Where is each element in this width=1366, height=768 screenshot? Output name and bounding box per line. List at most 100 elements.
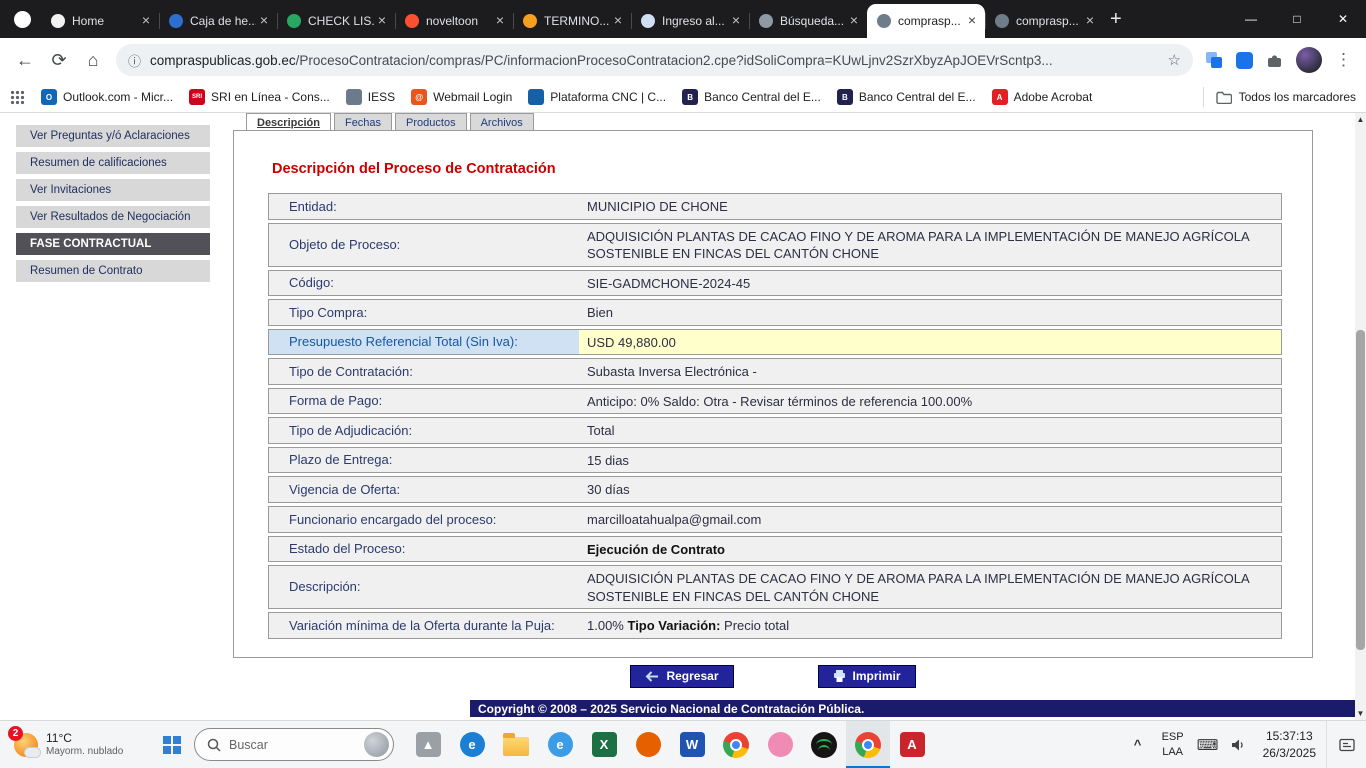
browser-tab[interactable]: Caja de he...× [159, 4, 277, 38]
back-icon[interactable]: ← [8, 43, 42, 77]
bookmark-item[interactable]: Plataforma CNC | C... [520, 85, 674, 109]
tab-close-icon[interactable]: × [138, 13, 154, 29]
action-center-icon[interactable] [1326, 721, 1366, 768]
browser-tab[interactable]: Home× [41, 4, 159, 38]
url-text[interactable]: compraspublicas.gob.ec/ProcesoContrataci… [150, 53, 1160, 68]
language-top: ESP [1162, 730, 1184, 744]
profile-avatar[interactable] [1296, 47, 1322, 73]
back-button-label: Regresar [666, 669, 718, 683]
print-button-label: Imprimir [853, 669, 901, 683]
tab-fechas[interactable]: Fechas [334, 113, 392, 130]
browser-tab[interactable]: comprasp...× [985, 4, 1103, 38]
browser-tab[interactable]: Búsqueda...× [749, 4, 867, 38]
bookmarks-bar: OOutlook.com - Micr...SRISRI en Línea - … [0, 82, 1366, 113]
weather-condition: Mayorm. nublado [46, 746, 123, 758]
game-icon[interactable] [758, 721, 802, 768]
close-window-button[interactable]: ✕ [1320, 0, 1366, 38]
browser-tab[interactable]: noveltoon× [395, 4, 513, 38]
excel-icon[interactable]: X [582, 721, 626, 768]
bookmark-item[interactable]: BBanco Central del E... [674, 85, 829, 109]
taskbar-search-input[interactable]: Buscar [194, 728, 394, 761]
toolbar-right-icons: ⋮ [1205, 47, 1352, 73]
tab-close-icon[interactable]: × [728, 13, 744, 29]
file-explorer-icon[interactable] [494, 721, 538, 768]
print-button[interactable]: Imprimir [818, 665, 916, 688]
password-manager-icon[interactable] [1236, 52, 1253, 69]
row-value: Subasta Inversa Electrónica - [579, 359, 1281, 384]
tab-close-icon[interactable]: × [492, 13, 508, 29]
row-label: Tipo de Adjudicación: [269, 418, 579, 443]
bookmark-star-icon[interactable]: ☆ [1168, 51, 1181, 69]
tab-close-icon[interactable]: × [1082, 13, 1098, 29]
table-row: Código:SIE-GADMCHONE-2024-45 [268, 270, 1282, 297]
scrollbar-thumb[interactable] [1356, 330, 1365, 650]
row-label: Tipo de Contratación: [269, 359, 579, 384]
table-row: Funcionario encargado del proceso:marcil… [268, 506, 1282, 533]
page-scrollbar[interactable]: ▲ ▼ [1355, 113, 1366, 720]
table-row: Entidad:MUNICIPIO DE CHONE [268, 193, 1282, 220]
tab-close-icon[interactable]: × [256, 13, 272, 29]
browser-menu-icon[interactable]: ⋮ [1335, 50, 1352, 70]
table-row: Objeto de Proceso:ADQUISICIÓN PLANTAS DE… [268, 223, 1282, 267]
scroll-down-icon[interactable]: ▼ [1355, 707, 1366, 720]
search-highlight-image[interactable] [364, 732, 389, 757]
bookmark-item[interactable]: AAdobe Acrobat [984, 85, 1101, 109]
tab-descripción[interactable]: Descripción [246, 113, 331, 130]
address-bar[interactable]: ⓘ compraspublicas.gob.ec/ProcesoContrata… [116, 44, 1193, 76]
browser-logo-icon[interactable] [14, 11, 31, 28]
bookmark-item[interactable]: SRISRI en Línea - Cons... [181, 85, 338, 109]
firefox-icon[interactable] [626, 721, 670, 768]
edge-legacy-icon[interactable]: e [538, 721, 582, 768]
apps-grid-icon[interactable] [10, 90, 25, 105]
bookmark-item[interactable]: IESS [338, 85, 403, 109]
photos-icon[interactable]: ▲ [406, 721, 450, 768]
new-tab-button[interactable]: + [1110, 9, 1122, 29]
minimize-button[interactable]: — [1228, 0, 1274, 38]
copyright-footer: Copyright © 2008 – 2025 Servicio Naciona… [470, 700, 1357, 717]
tray-expand-icon[interactable]: ^ [1123, 737, 1153, 752]
sidebar-item[interactable]: Ver Resultados de Negociación [16, 206, 210, 228]
weather-widget[interactable]: 2 11°C Mayorm. nublado [0, 721, 150, 768]
bookmark-item[interactable]: BBanco Central del E... [829, 85, 984, 109]
tab-close-icon[interactable]: × [964, 13, 980, 29]
all-bookmarks-label: Todos los marcadores [1239, 90, 1356, 104]
maximize-button[interactable]: □ [1274, 0, 1320, 38]
volume-icon[interactable] [1223, 738, 1253, 752]
start-button[interactable] [150, 721, 194, 768]
browser-tab[interactable]: TERMINO...× [513, 4, 631, 38]
tab-close-icon[interactable]: × [610, 13, 626, 29]
bookmark-item[interactable]: @Webmail Login [403, 85, 520, 109]
bookmark-item[interactable]: OOutlook.com - Micr... [33, 85, 181, 109]
tab-favicon-icon [877, 14, 891, 28]
browser-tab[interactable]: CHECK LIS...× [277, 4, 395, 38]
translate-icon[interactable] [1205, 51, 1223, 69]
back-button[interactable]: Regresar [630, 665, 733, 688]
language-indicator[interactable]: ESP LAA [1153, 730, 1193, 759]
tab-productos[interactable]: Productos [395, 113, 467, 130]
sidebar-item[interactable]: Ver Invitaciones [16, 179, 210, 201]
extensions-puzzle-icon[interactable] [1266, 52, 1283, 69]
edge-icon[interactable]: e [450, 721, 494, 768]
sidebar-item[interactable]: Ver Preguntas y/ó Aclaraciones [16, 125, 210, 147]
taskbar-clock[interactable]: 15:37:13 26/3/2025 [1253, 728, 1326, 760]
browser-tab[interactable]: Ingreso al...× [631, 4, 749, 38]
chrome-icon[interactable] [714, 721, 758, 768]
home-icon[interactable]: ⌂ [76, 43, 110, 77]
tab-archivos[interactable]: Archivos [470, 113, 534, 130]
touch-keyboard-icon[interactable]: ⌨ [1193, 736, 1223, 754]
all-bookmarks-button[interactable]: Todos los marcadores [1203, 87, 1356, 107]
tab-close-icon[interactable]: × [846, 13, 862, 29]
row-label: Presupuesto Referencial Total (Sin Iva): [269, 330, 579, 355]
scroll-up-icon[interactable]: ▲ [1355, 113, 1366, 126]
sidebar-item[interactable]: Resumen de Contrato [16, 260, 210, 282]
acrobat-icon[interactable]: A [890, 721, 934, 768]
spotify-icon[interactable] [802, 721, 846, 768]
refresh-icon[interactable]: ⟳ [42, 43, 76, 77]
site-info-icon[interactable]: ⓘ [128, 51, 141, 70]
tab-close-icon[interactable]: × [374, 13, 390, 29]
browser-tab[interactable]: comprasp...× [867, 4, 985, 38]
word-icon[interactable]: W [670, 721, 714, 768]
chrome-active-icon[interactable] [846, 721, 890, 768]
bookmark-label: Banco Central del E... [704, 90, 821, 104]
sidebar-item[interactable]: Resumen de calificaciones [16, 152, 210, 174]
